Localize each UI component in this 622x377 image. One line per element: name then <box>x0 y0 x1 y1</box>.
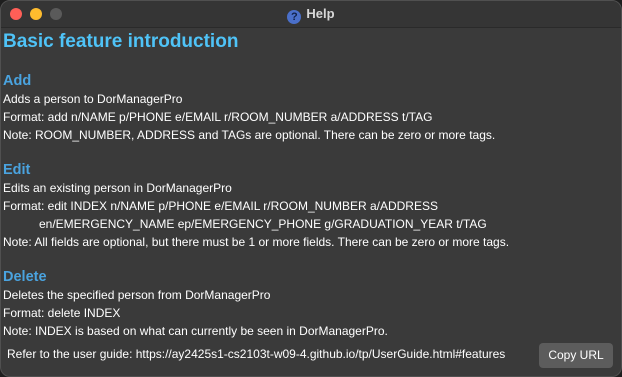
delete-description: Deletes the specified person from DorMan… <box>3 288 271 302</box>
add-description: Adds a person to DorManagerPro <box>3 92 183 106</box>
delete-note: Note: INDEX is based on what can current… <box>3 324 388 338</box>
help-window: ? Help Basic feature introduction Add Add… <box>0 0 622 377</box>
section-add: Add Adds a person to DorManagerPro Forma… <box>3 72 613 144</box>
page-title: Basic feature introduction <box>3 31 239 52</box>
title-bar[interactable]: ? Help <box>1 1 621 28</box>
add-note: Note: ROOM_NUMBER, ADDRESS and TAGs are … <box>3 128 496 142</box>
copy-url-button[interactable]: Copy URL <box>539 343 613 368</box>
section-edit: Edit Edits an existing person in DorMana… <box>3 161 613 251</box>
edit-format-continued: en/EMERGENCY_NAME ep/EMERGENCY_PHONE g/G… <box>39 217 487 231</box>
question-mark-icon: ? <box>287 10 302 24</box>
edit-description: Edits an existing person in DorManagerPr… <box>3 181 232 195</box>
edit-note: Note: All fields are optional, but there… <box>3 235 510 249</box>
section-title-add: Add <box>3 73 32 89</box>
window-title: Help <box>306 6 335 21</box>
delete-format: Format: delete INDEX <box>3 306 121 320</box>
section-title-edit: Edit <box>3 162 31 178</box>
add-format: Format: add n/NAME p/PHONE e/EMAIL r/ROO… <box>3 110 433 124</box>
help-content: Basic feature introduction Add Adds a pe… <box>3 29 613 340</box>
edit-format: Format: edit INDEX n/NAME p/PHONE e/EMAI… <box>3 199 438 213</box>
window-title-area: ? Help <box>1 5 621 24</box>
section-delete: Delete Deletes the specified person from… <box>3 268 613 340</box>
section-title-delete: Delete <box>3 269 47 285</box>
user-guide-text: Refer to the user guide: https://ay2425s… <box>7 347 506 361</box>
